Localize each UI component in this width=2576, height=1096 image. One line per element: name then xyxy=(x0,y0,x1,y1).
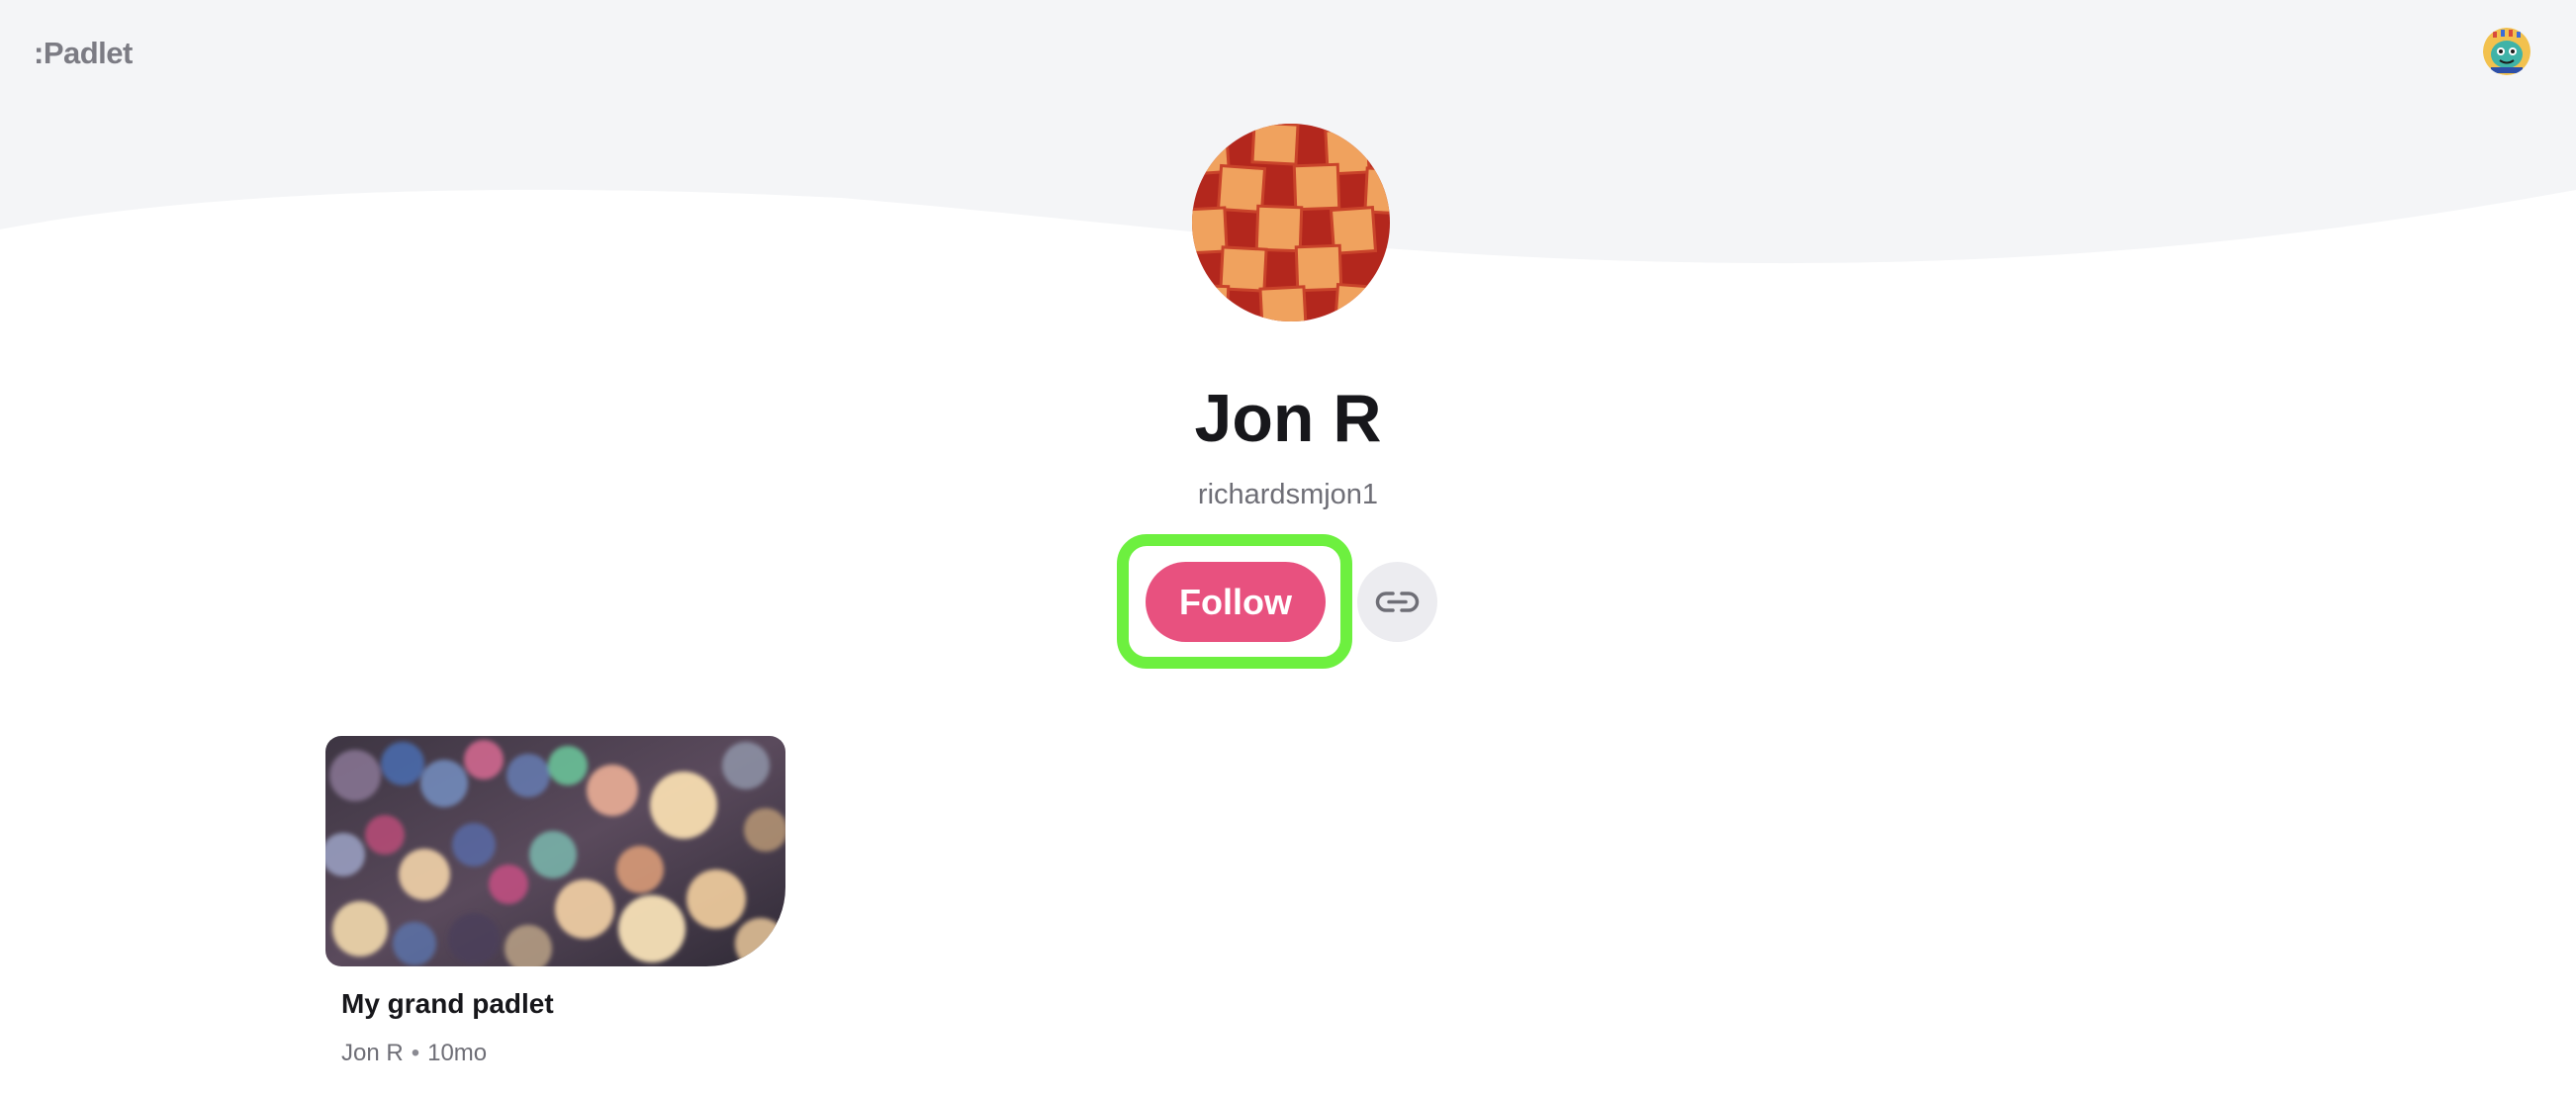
padlet-title: My grand padlet xyxy=(341,988,554,1019)
user-avatar-button[interactable] xyxy=(2483,28,2530,75)
padlet-logo[interactable]: :Padlet xyxy=(34,36,133,71)
copy-link-button[interactable] xyxy=(1357,562,1437,642)
profile-avatar xyxy=(1192,124,1390,321)
profile-username: richardsmjon1 xyxy=(1197,479,1379,510)
follow-button[interactable]: Follow xyxy=(1146,562,1326,642)
padlet-age: 10mo xyxy=(427,1040,488,1066)
monster-avatar-icon xyxy=(2483,28,2530,75)
profile-name: Jon R xyxy=(1194,381,1382,456)
link-icon xyxy=(1375,592,1420,612)
profile-page: :Padlet Jon R richardsmjon1 Follow My gr… xyxy=(0,0,2576,1096)
padlet-meta: Jon R • 10mo xyxy=(341,1039,487,1068)
padlet-thumbnail xyxy=(325,736,785,966)
padlet-author: Jon R xyxy=(341,1040,404,1066)
checkerboard-avatar-icon xyxy=(1192,124,1390,321)
padlet-card[interactable]: My grand padlet Jon R • 10mo xyxy=(325,736,785,1092)
meta-separator: • xyxy=(411,1040,420,1066)
bokeh-lights-thumbnail xyxy=(325,736,785,966)
